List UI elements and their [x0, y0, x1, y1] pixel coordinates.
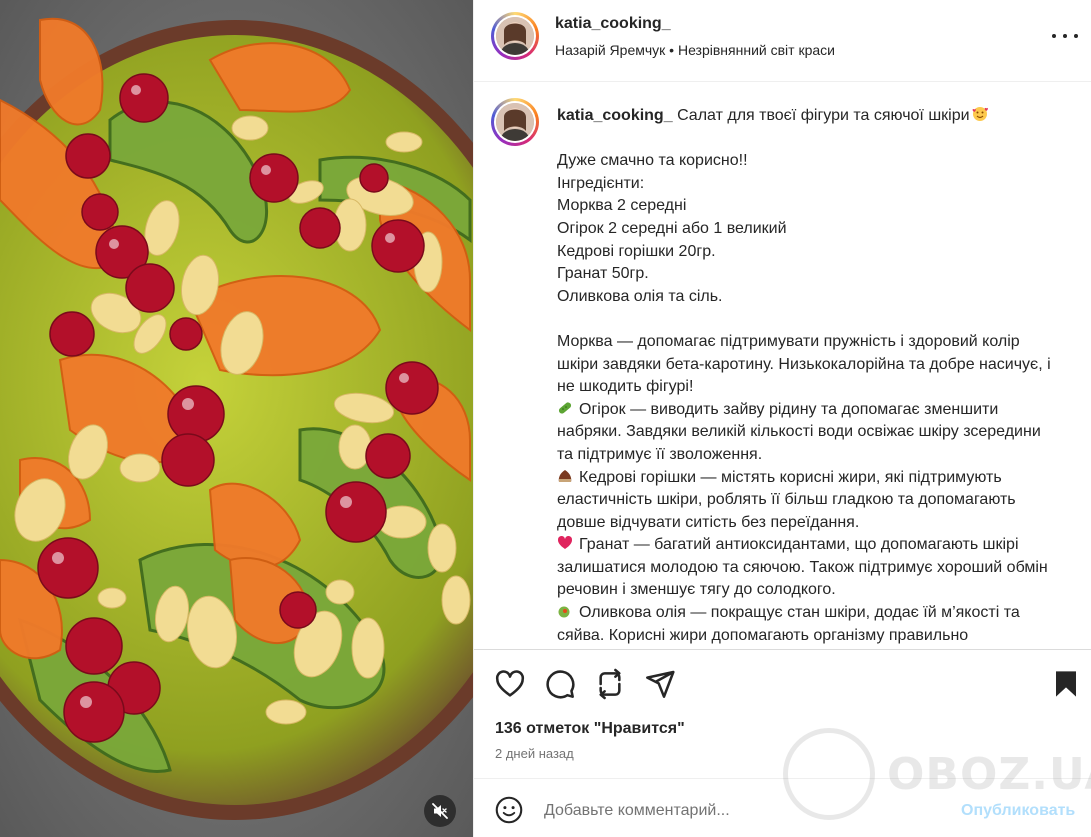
- comment-input[interactable]: [544, 800, 924, 822]
- avatar[interactable]: [491, 12, 539, 60]
- caption-pomegranate: Гранат — багатий антиоксидантами, що доп…: [557, 536, 1048, 599]
- caption-pine: Кедрові горішки — містять корисні жири, …: [557, 468, 1016, 531]
- share-send-icon[interactable]: [644, 668, 676, 700]
- caption-area: katia_cooking_ Салат для твоєї фігури та…: [474, 83, 1091, 649]
- cucumber-icon: [558, 402, 572, 414]
- caption-olive: Оливкова олія — покращує стан шкіри, дод…: [557, 604, 1020, 644]
- caption-line: Морква 2 середні: [557, 197, 687, 215]
- caption-cucumber: Огірок — виводить зайву рідину та допома…: [557, 400, 1041, 463]
- profile-photo: [496, 17, 534, 55]
- caption-line: Огірок 2 середні або 1 великий: [557, 219, 787, 237]
- profile-photo: [496, 103, 534, 141]
- likes-count[interactable]: 136 отметок "Нравится": [495, 720, 685, 738]
- olive-icon: [558, 606, 570, 618]
- header-username[interactable]: katia_cooking_: [555, 15, 671, 33]
- chestnut-icon: [558, 469, 572, 482]
- heart-emoji-icon: [557, 536, 573, 550]
- emoji-smile-icon[interactable]: [495, 796, 523, 824]
- comment-bar: Опубликовать: [474, 780, 1091, 837]
- caption-line: Кедрові горішки 20гр.: [557, 242, 716, 260]
- caption-avatar[interactable]: [491, 98, 539, 146]
- smiling-face-with-hearts-icon: [972, 107, 988, 121]
- header-subtitle[interactable]: Назарій Яремчук • Незрівнянний світ крас…: [555, 42, 835, 58]
- post-panel: katia_cooking_ Назарій Яремчук • Незрівн…: [473, 0, 1091, 837]
- repost-icon[interactable]: [594, 668, 626, 700]
- caption-title: Салат для твоєї фігури та сяючої шкіри: [677, 107, 970, 124]
- post-header: katia_cooking_ Назарій Яремчук • Незрівн…: [474, 0, 1091, 82]
- mute-button[interactable]: [424, 795, 456, 827]
- salad-photo: [0, 0, 473, 837]
- post-media[interactable]: [0, 0, 473, 837]
- caption-line: Гранат 50гр.: [557, 265, 649, 283]
- comment-bubble-icon[interactable]: [544, 668, 576, 700]
- caption-text: katia_cooking_ Салат для твоєї фігури та…: [557, 105, 1057, 649]
- caption-username[interactable]: katia_cooking_: [557, 107, 673, 124]
- speaker-muted-icon: [432, 803, 448, 819]
- post-actions: 136 отметок "Нравится" 2 дней назад: [474, 649, 1091, 779]
- more-options-icon[interactable]: [1052, 26, 1078, 46]
- caption-line: Інгредієнти:: [557, 174, 645, 192]
- bookmark-icon[interactable]: [1050, 668, 1082, 700]
- caption-line: Оливкова олія та сіль.: [557, 287, 723, 305]
- caption-carrot: Морква — допомагає підтримувати пружніст…: [557, 332, 1051, 396]
- heart-icon[interactable]: [494, 668, 526, 700]
- post-time[interactable]: 2 дней назад: [495, 746, 574, 761]
- publish-button[interactable]: Опубликовать: [961, 802, 1075, 820]
- caption-line: Дуже смачно та корисно!!: [557, 152, 748, 170]
